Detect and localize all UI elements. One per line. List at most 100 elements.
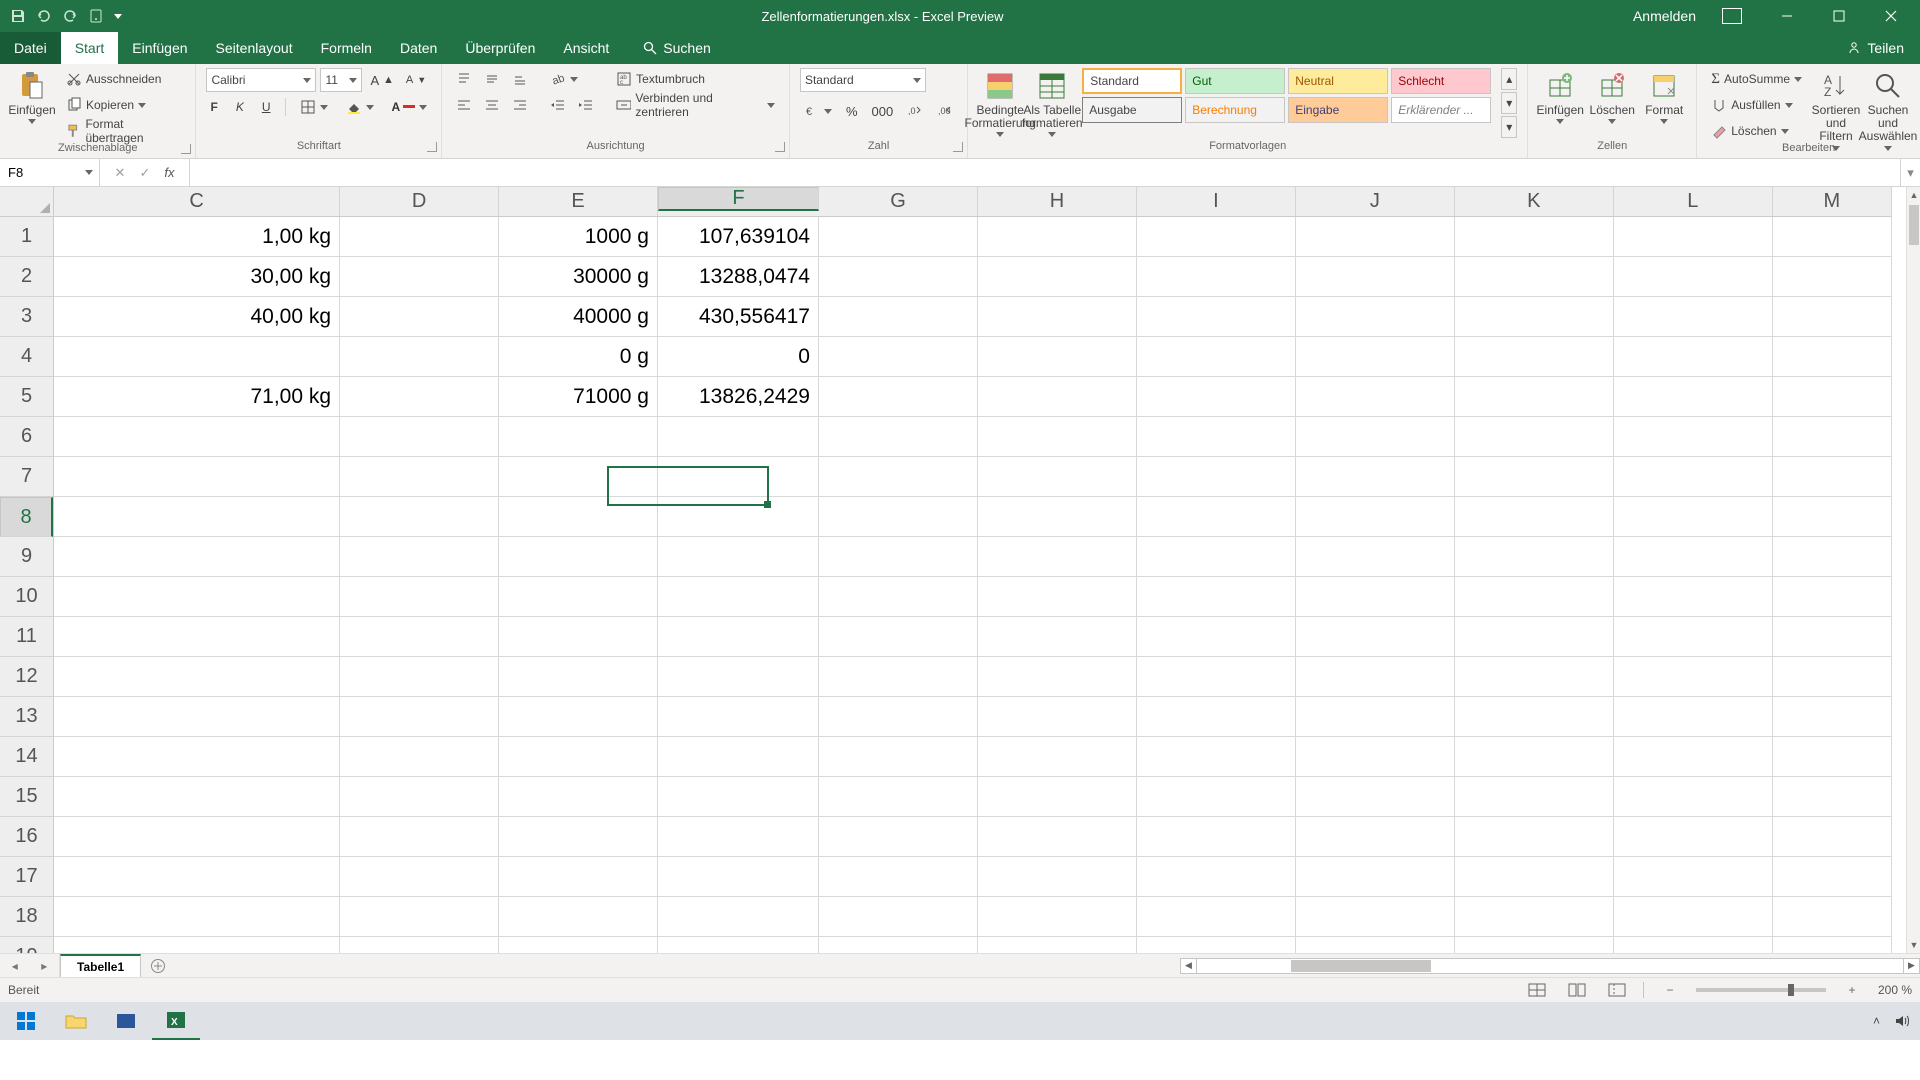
cell-G14[interactable] xyxy=(819,737,978,777)
format-painter-button[interactable]: Format übertragen xyxy=(62,120,185,142)
cell-G4[interactable] xyxy=(819,337,978,377)
row-header-1[interactable]: 1 xyxy=(0,217,53,257)
cell-E11[interactable] xyxy=(499,617,658,657)
cell-E19[interactable] xyxy=(499,937,658,953)
tell-me-search[interactable]: Suchen xyxy=(633,32,720,64)
cell-K4[interactable] xyxy=(1455,337,1614,377)
cell-M13[interactable] xyxy=(1773,697,1892,737)
cell-C18[interactable] xyxy=(54,897,340,937)
scroll-right-button[interactable]: ▶ xyxy=(1903,959,1919,973)
cell-D11[interactable] xyxy=(340,617,499,657)
tab-formulas[interactable]: Formeln xyxy=(307,32,386,64)
share-button[interactable]: Teilen xyxy=(1867,40,1904,56)
cell-C5[interactable]: 71,00 kg xyxy=(54,377,340,417)
cell-M11[interactable] xyxy=(1773,617,1892,657)
cell-M18[interactable] xyxy=(1773,897,1892,937)
clear-button[interactable]: Löschen xyxy=(1707,120,1806,142)
cell-H19[interactable] xyxy=(978,937,1137,953)
orientation-button[interactable]: ab xyxy=(546,68,582,90)
column-header-H[interactable]: H xyxy=(978,187,1137,216)
cut-button[interactable]: Ausschneiden xyxy=(62,68,185,90)
cell-L5[interactable] xyxy=(1614,377,1773,417)
gallery-down-button[interactable]: ▾ xyxy=(1501,92,1517,114)
cell-C3[interactable]: 40,00 kg xyxy=(54,297,340,337)
cell-H10[interactable] xyxy=(978,577,1137,617)
cell-H11[interactable] xyxy=(978,617,1137,657)
cell-K9[interactable] xyxy=(1455,537,1614,577)
row-header-13[interactable]: 13 xyxy=(0,697,53,737)
cell-J16[interactable] xyxy=(1296,817,1455,857)
cell-J11[interactable] xyxy=(1296,617,1455,657)
cell-F4[interactable]: 0 xyxy=(658,337,819,377)
cell-D4[interactable] xyxy=(340,337,499,377)
cell-M9[interactable] xyxy=(1773,537,1892,577)
add-sheet-button[interactable] xyxy=(141,954,175,977)
cell-E17[interactable] xyxy=(499,857,658,897)
cell-E18[interactable] xyxy=(499,897,658,937)
format-cells-button[interactable]: Format xyxy=(1642,68,1686,132)
cell-G11[interactable] xyxy=(819,617,978,657)
zoom-in-button[interactable]: + xyxy=(1838,981,1866,999)
cell-I5[interactable] xyxy=(1137,377,1296,417)
cell-M15[interactable] xyxy=(1773,777,1892,817)
column-header-M[interactable]: M xyxy=(1773,187,1892,216)
row-header-11[interactable]: 11 xyxy=(0,617,53,657)
cell-C11[interactable] xyxy=(54,617,340,657)
cell-M17[interactable] xyxy=(1773,857,1892,897)
cell-K11[interactable] xyxy=(1455,617,1614,657)
tab-data[interactable]: Daten xyxy=(386,32,451,64)
column-headers[interactable]: CDEFGHIJKLM xyxy=(54,187,1892,217)
align-top-button[interactable] xyxy=(452,68,476,90)
cell-G3[interactable] xyxy=(819,297,978,337)
cell-C12[interactable] xyxy=(54,657,340,697)
cell-I14[interactable] xyxy=(1137,737,1296,777)
dialog-launcher-icon[interactable] xyxy=(427,142,437,152)
cell-L9[interactable] xyxy=(1614,537,1773,577)
cell-E7[interactable] xyxy=(499,457,658,497)
cell-C1[interactable]: 1,00 kg xyxy=(54,217,340,257)
cell-G19[interactable] xyxy=(819,937,978,953)
cell-I6[interactable] xyxy=(1137,417,1296,457)
cell-F8[interactable] xyxy=(658,497,819,537)
taskbar-app-button[interactable] xyxy=(102,1002,150,1040)
cell-J14[interactable] xyxy=(1296,737,1455,777)
cell-J17[interactable] xyxy=(1296,857,1455,897)
row-header-14[interactable]: 14 xyxy=(0,737,53,777)
cell-F17[interactable] xyxy=(658,857,819,897)
cell-E15[interactable] xyxy=(499,777,658,817)
cell-E3[interactable]: 40000 g xyxy=(499,297,658,337)
row-header-6[interactable]: 6 xyxy=(0,417,53,457)
cell-E6[interactable] xyxy=(499,417,658,457)
tab-pagelayout[interactable]: Seitenlayout xyxy=(202,32,307,64)
format-as-table-button[interactable]: Als Tabelle formatieren xyxy=(1030,68,1074,132)
cell-H6[interactable] xyxy=(978,417,1137,457)
cell-F3[interactable]: 430,556417 xyxy=(658,297,819,337)
cell-E9[interactable] xyxy=(499,537,658,577)
cell-D5[interactable] xyxy=(340,377,499,417)
column-header-E[interactable]: E xyxy=(499,187,658,216)
cell-F9[interactable] xyxy=(658,537,819,577)
accounting-format-button[interactable]: € xyxy=(800,100,836,122)
cell-D1[interactable] xyxy=(340,217,499,257)
cell-L7[interactable] xyxy=(1614,457,1773,497)
cell-H2[interactable] xyxy=(978,257,1137,297)
autosum-button[interactable]: ΣAutoSumme xyxy=(1707,68,1806,90)
cell-M16[interactable] xyxy=(1773,817,1892,857)
ribbon-display-icon[interactable] xyxy=(1722,8,1742,24)
cell-F15[interactable] xyxy=(658,777,819,817)
comma-format-button[interactable]: 000 xyxy=(868,100,898,122)
cell-J19[interactable] xyxy=(1296,937,1455,953)
cell-M2[interactable] xyxy=(1773,257,1892,297)
tray-volume-icon[interactable] xyxy=(1894,1013,1910,1029)
cell-M4[interactable] xyxy=(1773,337,1892,377)
cell-D12[interactable] xyxy=(340,657,499,697)
column-header-G[interactable]: G xyxy=(819,187,978,216)
cell-D16[interactable] xyxy=(340,817,499,857)
scroll-up-button[interactable]: ▲ xyxy=(1907,187,1920,203)
italic-button[interactable]: K xyxy=(232,96,248,118)
cell-F5[interactable]: 13826,2429 xyxy=(658,377,819,417)
undo-icon[interactable] xyxy=(36,8,52,24)
cell-G17[interactable] xyxy=(819,857,978,897)
column-header-K[interactable]: K xyxy=(1455,187,1614,216)
style-erklaerender[interactable]: Erklärender ... xyxy=(1391,97,1491,123)
